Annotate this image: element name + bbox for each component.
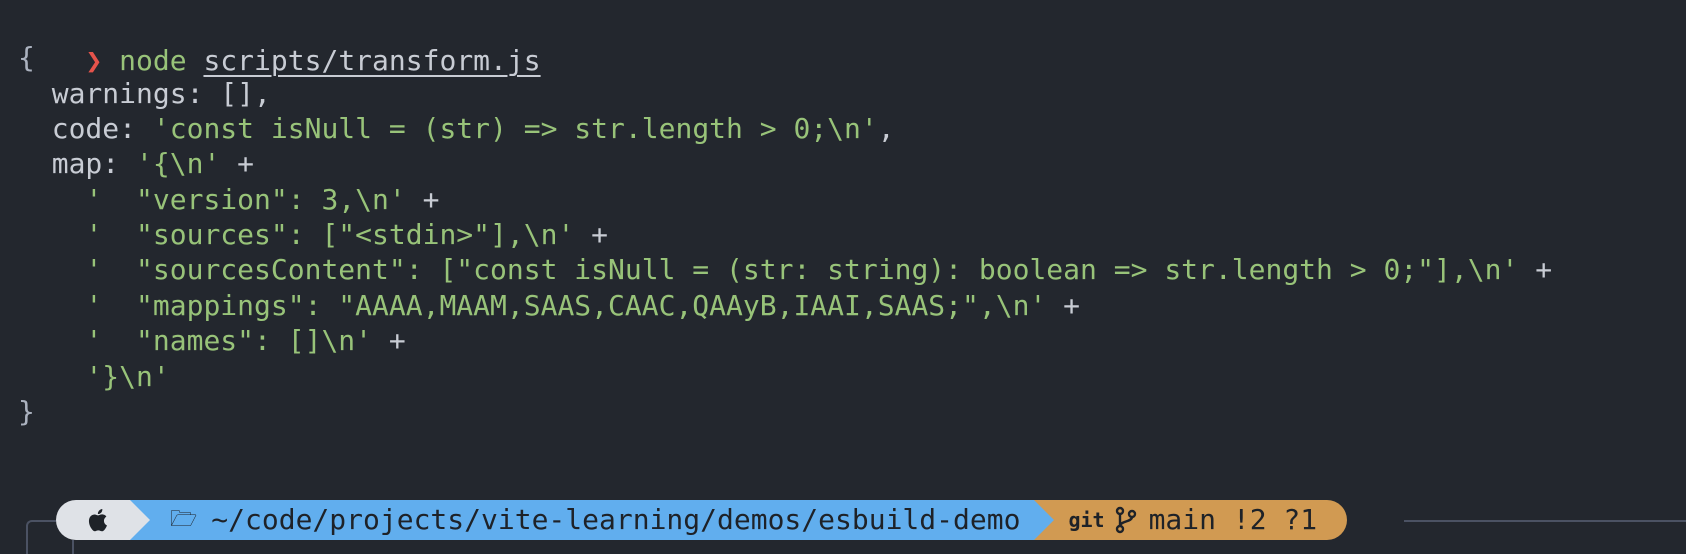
- git-branch-name: main: [1148, 503, 1216, 536]
- map-line-mappings: ' "mappings": "AAAA,MAAM,SAAS,CAAC,QAAyB…: [18, 287, 1080, 325]
- map-line-close: '}\n': [18, 358, 170, 396]
- map-line-text: ' "mappings": "AAAA,MAAM,SAAS,CAAC,QAAyB…: [85, 289, 1047, 322]
- branch-icon: [1115, 506, 1136, 534]
- command-argument-link[interactable]: scripts/transform.js: [203, 44, 540, 77]
- code-key: code: [51, 112, 120, 145]
- map-line-text: ' "sources": ["<stdin>"],\n': [85, 218, 575, 251]
- prompt-frame-line: [1404, 520, 1686, 522]
- git-label: git: [1068, 508, 1105, 532]
- output-close-brace: }: [18, 395, 35, 428]
- output-open-brace: {: [18, 41, 35, 74]
- map-line-names: ' "names": []\n' +: [18, 322, 406, 360]
- git-status-counts: !2 ?1: [1232, 503, 1318, 536]
- concat-operator: +: [388, 324, 406, 357]
- git-segment: git main !2 ?1: [1034, 500, 1348, 540]
- warnings-key: warnings: [51, 77, 187, 110]
- output-code-line: code: 'const isNull = (str) => str.lengt…: [51, 112, 895, 145]
- powerline-status-bar: 🗁 ~/code/projects/vite-learning/demos/es…: [56, 500, 1348, 540]
- map-line-sources: ' "sources": ["<stdin>"],\n' +: [18, 216, 608, 254]
- concat-operator: +: [422, 183, 440, 216]
- prompt-frame-corner: [26, 520, 56, 554]
- map-line-sources-content: ' "sourcesContent": ["const isNull = (st…: [18, 251, 1552, 289]
- output-map-line: map: '{\n' +: [51, 147, 255, 180]
- map-line-text: ' "sourcesContent": ["const isNull = (st…: [85, 253, 1519, 286]
- folder-icon: 🗁: [170, 507, 198, 532]
- segment-separator: [130, 500, 150, 540]
- concat-operator: +: [1063, 289, 1081, 322]
- prompt-frame-inner: [72, 540, 74, 554]
- concat-operator: +: [591, 218, 609, 251]
- prompt-arrow-icon: ❯: [85, 44, 103, 77]
- command-line: ❯ node scripts/transform.js: [18, 4, 540, 77]
- output-warnings-line: warnings: [],: [51, 77, 271, 110]
- os-segment: [56, 500, 150, 540]
- concat-operator: +: [1535, 253, 1553, 286]
- concat-operator: +: [237, 147, 255, 180]
- command-name: node: [119, 44, 187, 77]
- code-value: 'const isNull = (str) => str.length > 0;…: [152, 112, 878, 145]
- path-segment: 🗁 ~/code/projects/vite-learning/demos/es…: [130, 500, 1055, 540]
- terminal-window[interactable]: ❯ node scripts/transform.js { warnings: …: [0, 0, 1686, 554]
- map-line-text: ' "version": 3,\n': [85, 183, 406, 216]
- map-first-value: '{\n': [136, 147, 221, 180]
- warnings-value: [],: [220, 77, 271, 110]
- map-line-version: ' "version": 3,\n' +: [18, 181, 439, 219]
- apple-icon: [88, 509, 107, 532]
- map-line-text: ' "names": []\n': [85, 324, 373, 357]
- map-key: map: [51, 147, 103, 180]
- map-last-value: '}\n': [85, 360, 170, 393]
- segment-separator: [1034, 500, 1055, 540]
- current-directory-path: ~/code/projects/vite-learning/demos/esbu…: [211, 503, 1021, 536]
